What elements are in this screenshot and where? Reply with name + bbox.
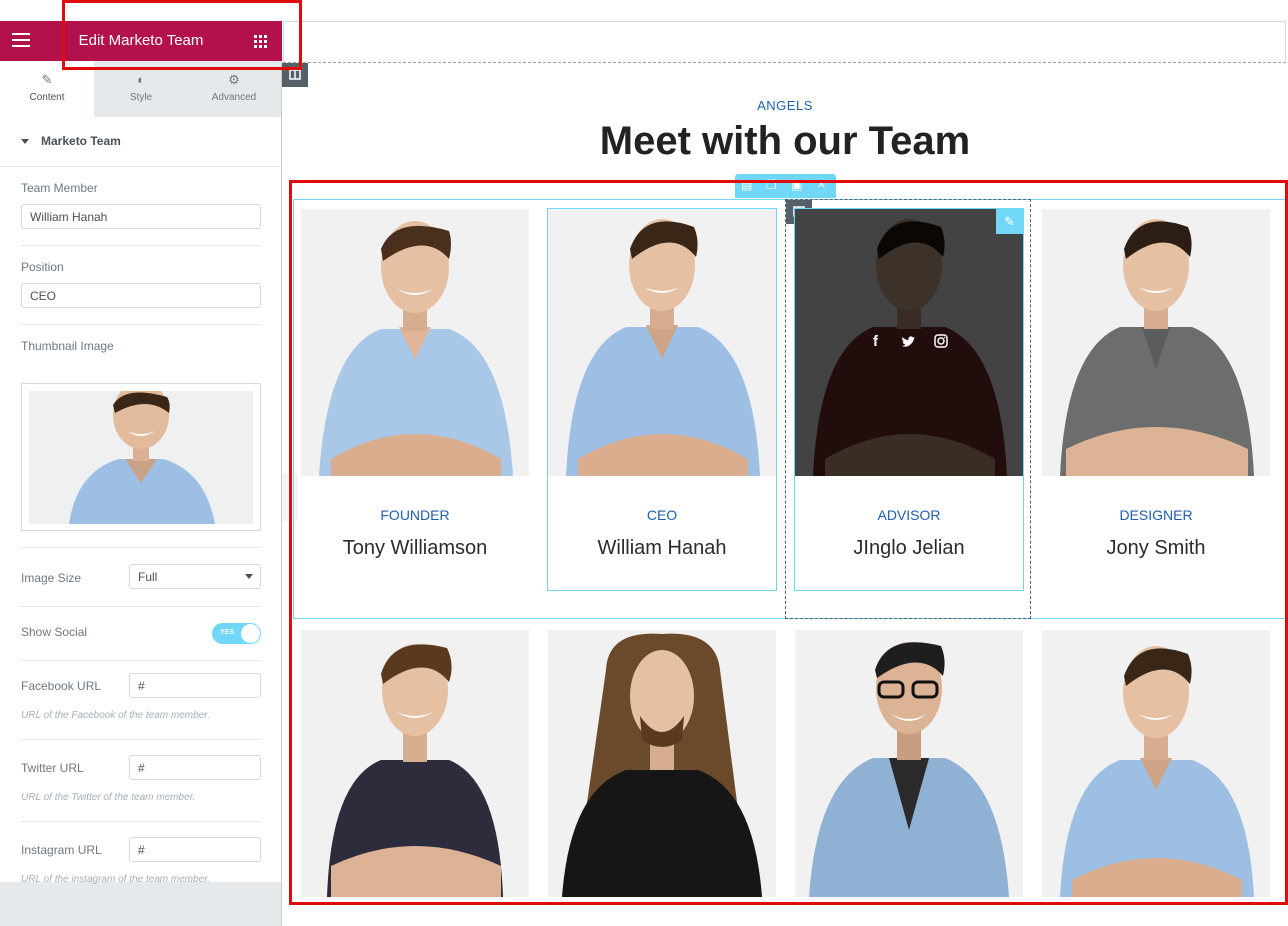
pencil-icon: ✎ <box>41 72 53 87</box>
tab-style-label: Style <box>129 92 153 103</box>
show-social-toggle[interactable]: YES <box>212 623 261 644</box>
preview-canvas: ANGELS Meet with our Team ▤ ❐ ▣ × FOUNDE… <box>282 21 1288 926</box>
image-size-label: Image Size <box>21 571 82 585</box>
image-size-select[interactable]: Full <box>129 564 261 589</box>
divider <box>21 547 261 548</box>
twitter-url-input[interactable]: # <box>129 755 261 780</box>
eyebrow-text: ANGELS <box>757 98 813 113</box>
divider <box>21 739 261 740</box>
twitter-url-label: Twitter URL <box>21 761 84 775</box>
controls-panel: Marketo Team Team Member William Hanah P… <box>0 117 281 885</box>
section-title: Marketo Team <box>41 134 121 148</box>
toggle-text: YES <box>220 629 235 636</box>
highlight-box-team <box>289 180 1288 905</box>
facebook-url-input[interactable]: # <box>129 673 261 698</box>
page-title: Meet with our Team <box>599 119 971 163</box>
position-label: Position <box>21 260 64 274</box>
section-header-marketo-team[interactable]: Marketo Team <box>0 117 281 167</box>
show-social-label: Show Social <box>21 625 88 639</box>
contrast-icon: ◐ <box>137 72 145 87</box>
tab-content-label: Content <box>29 92 65 103</box>
divider <box>21 821 261 822</box>
tab-advanced-label: Advanced <box>211 92 257 103</box>
team-member-label: Team Member <box>21 181 98 195</box>
divider <box>21 660 261 661</box>
instagram-url-input[interactable]: # <box>129 837 261 862</box>
top-section <box>283 21 1286 63</box>
divider <box>21 324 261 325</box>
image-size-value: Full <box>138 570 158 584</box>
facebook-url-label: Facebook URL <box>21 679 102 693</box>
twitter-url-note: URL of the Twitter of the team member. <box>21 792 196 803</box>
instagram-url-label: Instagram URL <box>21 843 102 857</box>
divider <box>21 606 261 607</box>
thumbnail-preview-image <box>29 391 253 524</box>
facebook-url-note: URL of the Facebook of the team member. <box>21 710 210 721</box>
thumbnail-label: Thumbnail Image <box>21 339 114 353</box>
divider <box>21 245 261 246</box>
toggle-knob <box>241 624 260 643</box>
gear-icon: ⚙ <box>228 72 240 87</box>
position-input[interactable]: CEO <box>21 283 261 308</box>
team-member-input[interactable]: William Hanah <box>21 204 261 229</box>
thumbnail-picker[interactable] <box>21 383 261 531</box>
editor-sidebar: Edit Marketo Team ✎ Content ◐ Style ⚙ Ad… <box>0 21 282 926</box>
instagram-url-note: URL of the instagram of the team member. <box>21 874 210 885</box>
highlight-box-title <box>62 0 302 70</box>
caret-down-icon <box>21 139 29 144</box>
